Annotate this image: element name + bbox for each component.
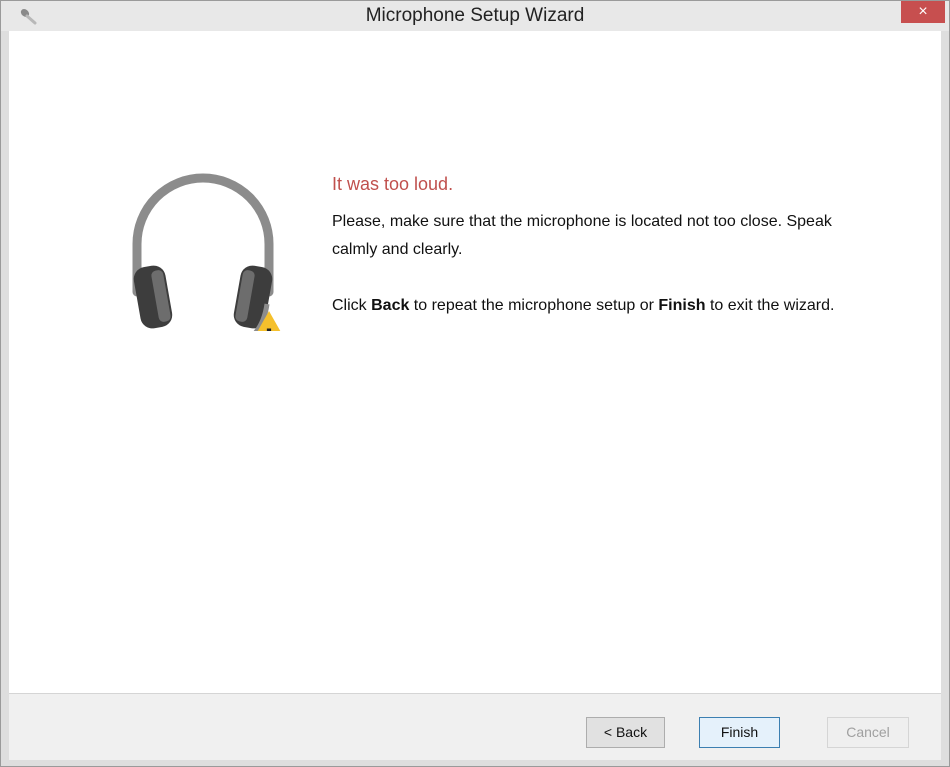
navigation-hint: Click Back to repeat the microphone setu… bbox=[332, 292, 872, 320]
title-bar[interactable]: Microphone Setup Wizard × bbox=[1, 1, 949, 31]
warning-icon: ! bbox=[264, 324, 275, 331]
back-button[interactable]: < Back bbox=[586, 717, 665, 748]
finish-button[interactable]: Finish bbox=[699, 717, 780, 748]
button-bar: < Back Finish Cancel bbox=[9, 693, 941, 760]
window-title: Microphone Setup Wizard bbox=[365, 5, 585, 26]
hint-mid: to repeat the microphone setup or bbox=[409, 297, 659, 314]
hint-post: to exit the wizard. bbox=[705, 297, 835, 314]
hint-finish-word: Finish bbox=[658, 297, 706, 314]
wizard-window: Microphone Setup Wizard × ! It was too l… bbox=[0, 0, 950, 767]
cancel-button[interactable]: Cancel bbox=[827, 717, 909, 748]
wizard-content: ! It was too loud. Please, make sure tha… bbox=[9, 31, 941, 693]
close-button[interactable]: × bbox=[901, 1, 945, 23]
result-heading: It was too loud. bbox=[332, 174, 454, 194]
headset-warning-icon: ! bbox=[132, 173, 281, 331]
hint-back-word: Back bbox=[371, 297, 410, 314]
hint-pre: Click bbox=[332, 297, 372, 314]
close-icon: × bbox=[918, 3, 928, 20]
instruction-text: Please, make sure that the microphone is… bbox=[332, 213, 832, 258]
